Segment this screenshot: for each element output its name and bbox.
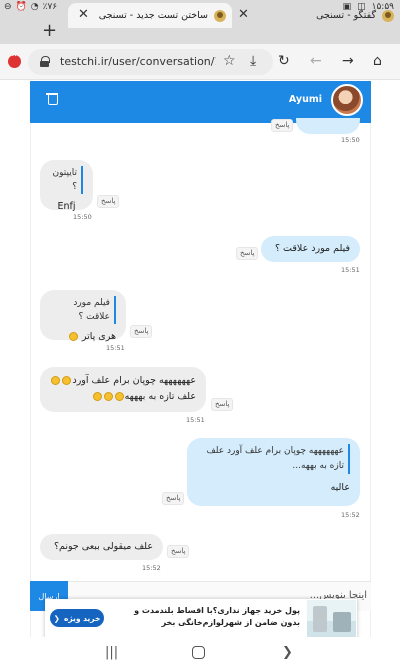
message-bubble-incoming: علف میقولی ببعی جونم؟ [40,534,163,560]
message-time: 15:51 [186,416,205,424]
lock-icon [40,56,50,67]
message-bubble-incoming: تایپتون ؟ Enfj [40,160,93,212]
recent-apps-icon[interactable]: ||| [105,646,118,660]
reply-button[interactable]: پاسخ [97,195,120,208]
tab-new-test[interactable]: ساختن تست جدید - تسنجی ✕ [68,3,232,28]
close-tab-icon[interactable]: ✕ [238,7,249,22]
ad-image [307,600,356,638]
new-tab-icon[interactable]: + [42,22,57,40]
site-favicon-icon [214,9,226,22]
message-time: 15:52 [341,511,360,519]
alarm-icon: ⏰ [15,2,27,12]
battery-percent: ٪۷۶ [42,2,58,12]
back-nav-icon[interactable]: ❯ [282,646,293,660]
message-time: 15:52 [142,564,161,572]
home-nav-icon[interactable] [192,646,205,659]
address-bar: testchi.ir/user/conversation/165( [0,44,400,80]
laugh-emoji-icon [114,392,124,401]
home-icon[interactable]: ⌂ [373,52,382,70]
laugh-emoji-icon [62,376,72,385]
message-bubble-incoming: عههههههه چوپان برام علف آورد علف تازه به… [40,367,206,412]
message-time: 15:51 [341,266,360,274]
message-time: 15:50 [341,136,360,144]
message-text: هری پاتر [50,330,116,344]
download-icon[interactable]: ⤓ [250,52,256,70]
message-text: عالیه [330,482,350,493]
site-shortcut-icon[interactable] [8,53,21,68]
message-bubble-outgoing: فیلم مورد علاقت ؟ [261,236,360,262]
message-text-line: علف تازه به بهههه [50,389,196,405]
chevron-left-icon: ❮ [53,613,60,623]
quoted-message: تایپتون ؟ [50,166,83,194]
message-time: 15:51 [106,344,125,352]
url-text: testchi.ir/user/conversation/165( [60,55,216,68]
bookmark-star-icon[interactable]: ☆ [223,52,236,70]
ad-button-label: خرید ویژه [63,613,101,623]
laugh-emoji-icon [103,392,113,401]
reply-button[interactable]: پاسخ [162,492,185,505]
message-bubble-incoming: فیلم مورد علاقت ؟ هری پاتر [40,290,126,342]
chat-username: Ayumi [288,94,322,105]
message-text-line: عههههههه چوپان برام علف آورد [50,373,196,389]
close-tab-icon[interactable]: ✕ [78,7,89,22]
url-field[interactable]: testchi.ir/user/conversation/165( [28,49,273,75]
forward-icon[interactable]: → [342,52,354,70]
quoted-message: عههههههه چوپان برام علف آورد علف تازه به… [197,444,350,474]
message-bubble-outgoing: عههههههه چوپان برام علف آورد علف تازه به… [187,438,360,506]
dnd-icon: ⊖ [4,2,12,12]
ad-buy-button[interactable]: خرید ویژه ❮ [50,609,104,627]
reply-button[interactable]: پاسخ [167,545,190,558]
laugh-emoji-icon [51,376,61,385]
site-favicon-icon [382,9,394,22]
message-text: فیلم مورد علاقت ؟ [275,243,350,254]
message-text: علف میقولی ببعی جونم؟ [54,541,153,552]
reply-button[interactable]: پاسخ [236,247,259,260]
message-bubble-outgoing [296,118,360,134]
quoted-message: فیلم مورد علاقت ؟ [50,296,116,324]
reply-button[interactable]: پاسخ [130,325,153,338]
ad-text: پول خرید جهاز نداری؟با اقساط بلندمدت و ب… [134,606,300,627]
message-time: 15:50 [73,213,92,221]
trash-icon[interactable] [46,92,58,105]
reply-button[interactable]: پاسخ [211,398,234,411]
back-icon[interactable]: ← [310,52,322,70]
reload-icon[interactable]: ↻ [278,52,290,70]
laugh-emoji-icon [92,392,102,401]
tab-conversation[interactable]: گفتگو - تسنجی ✕ [232,3,400,28]
avatar[interactable] [331,84,363,116]
tab-title: گفتگو - تسنجی [316,10,376,21]
reply-button[interactable]: پاسخ [271,119,294,132]
message-text: Enfj [57,201,76,212]
wifi-icon: ◔ [30,2,39,12]
smile-emoji-icon [68,332,78,341]
tab-title: ساختن تست جدید - تسنجی [98,10,208,21]
